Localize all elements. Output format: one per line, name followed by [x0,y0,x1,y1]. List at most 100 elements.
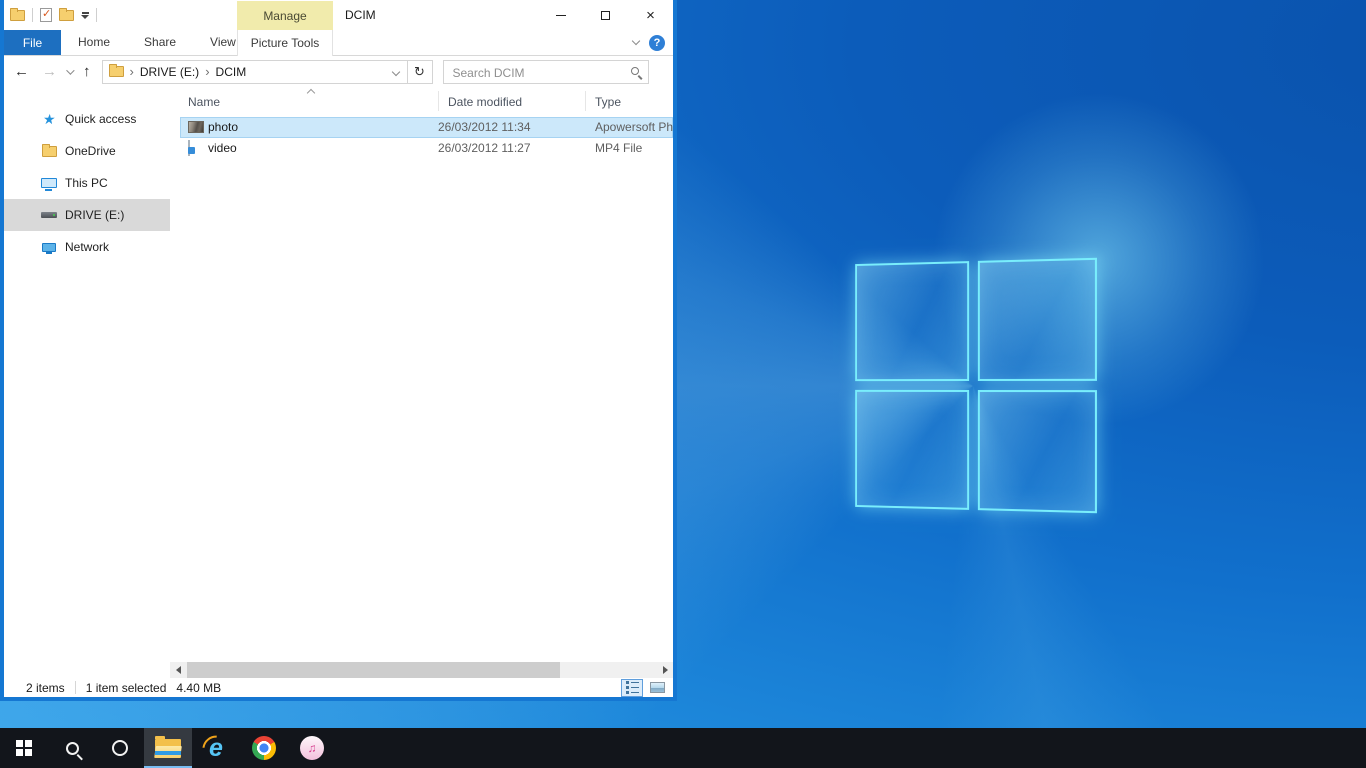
expand-ribbon-chevron-icon[interactable] [632,37,640,45]
search-input[interactable]: Search DCIM [443,60,649,84]
explorer-content: ★ Quick access OneDrive This PC DRIVE (E… [4,87,673,662]
sidebar-item-drive-e[interactable]: DRIVE (E:) [4,199,170,231]
quick-access-star-icon: ★ [42,111,56,128]
column-header-date-modified[interactable]: Date modified [448,95,522,109]
file-type: Apowersoft Pho [595,120,673,134]
file-row-photo[interactable]: photo 26/03/2012 11:34 Apowersoft Pho [180,117,673,138]
cortana-button[interactable] [96,728,144,768]
back-button[interactable]: ← [14,64,29,79]
large-icons-view-icon [650,682,665,693]
sidebar-item-label: OneDrive [65,144,116,158]
column-divider[interactable] [585,91,586,111]
search-icon[interactable] [631,67,639,75]
navigation-pane: ★ Quick access OneDrive This PC DRIVE (E… [4,87,170,662]
start-button[interactable] [0,728,48,768]
scroll-left-arrow-icon[interactable] [170,662,186,678]
horizontal-scrollbar[interactable] [170,662,673,678]
refresh-icon[interactable]: ↻ [408,64,432,80]
column-divider[interactable] [438,91,439,111]
tab-file[interactable]: File [4,30,61,55]
close-icon: × [646,8,655,23]
new-folder-icon[interactable] [59,10,74,21]
network-computer-icon [42,243,56,252]
minimize-button[interactable] [538,0,583,30]
folder-icon[interactable] [10,10,25,21]
column-header-name[interactable]: Name [188,95,220,109]
taskbar-search-button[interactable] [48,728,96,768]
properties-check-icon[interactable]: ✓ [40,8,52,22]
column-header-type[interactable]: Type [595,95,621,109]
window-title: DCIM [345,0,376,30]
qat-dropdown-icon[interactable] [81,12,89,19]
ribbon-tabs: File Home Share View Picture Tools ? [4,30,673,56]
breadcrumb-drive[interactable]: DRIVE (E:) [140,65,199,79]
contextual-group-manage[interactable]: Manage [237,1,333,30]
recent-locations-chevron-icon[interactable] [66,66,74,74]
sidebar-item-label: This PC [65,176,108,190]
help-button[interactable]: ? [649,35,665,51]
minimize-icon [556,15,566,16]
windows-start-icon [16,740,32,756]
selection-size: 4.40 MB [176,681,221,695]
details-view-icon [626,681,639,694]
onedrive-folder-icon [42,146,57,157]
windows-logo [855,258,1097,513]
breadcrumb-separator: › [205,64,209,79]
divider [75,681,76,694]
caption-buttons: × [538,0,673,30]
view-toggle-buttons [621,678,668,697]
sidebar-item-quick-access[interactable]: ★ Quick access [4,103,170,135]
tab-picture-tools[interactable]: Picture Tools [237,30,333,56]
cortana-circle-icon [112,740,128,756]
tab-share[interactable]: Share [127,30,193,55]
sort-ascending-icon[interactable] [307,89,315,97]
quick-access-toolbar: ✓ [10,0,97,30]
breadcrumb-dcim[interactable]: DCIM [216,65,247,79]
file-name: video [208,141,237,155]
itunes-icon: ♫ [300,736,324,760]
windows-logo-pane [855,261,968,381]
up-button[interactable]: ↑ [83,64,91,79]
address-dropdown-chevron-icon[interactable] [391,67,399,75]
large-icons-view-button[interactable] [646,679,668,697]
file-type: MP4 File [595,141,642,155]
sidebar-item-label: Network [65,240,109,254]
sidebar-item-label: Quick access [65,112,136,126]
tab-home[interactable]: Home [61,30,127,55]
file-date-modified: 26/03/2012 11:27 [438,141,531,155]
hard-drive-icon [41,212,57,218]
sidebar-item-network[interactable]: Network [4,231,170,263]
close-button[interactable]: × [628,0,673,30]
taskbar-chrome-button[interactable] [240,728,288,768]
manage-label: Manage [263,9,306,23]
file-explorer-window: ✓ Manage DCIM × File Home Share View Pic… [0,0,677,701]
windows-logo-pane [977,390,1097,513]
file-row-video[interactable]: video 26/03/2012 11:27 MP4 File [180,138,673,159]
chrome-icon [252,736,276,760]
divider [32,8,33,22]
scrollbar-thumb[interactable] [187,662,560,678]
tab-file-label: File [23,36,42,50]
status-bar: 2 items 1 item selected 4.40 MB [4,678,673,697]
taskbar-file-explorer-button[interactable] [144,728,192,768]
title-bar[interactable]: ✓ Manage DCIM × [4,0,673,30]
sidebar-item-this-pc[interactable]: This PC [4,167,170,199]
maximize-button[interactable] [583,0,628,30]
sidebar-item-onedrive[interactable]: OneDrive [4,135,170,167]
taskbar: e ♫ [0,728,1366,768]
breadcrumb-separator: › [130,64,134,79]
help-icon: ? [654,37,661,49]
file-date-modified: 26/03/2012 11:34 [438,120,531,134]
folder-icon [109,66,124,77]
address-bar: ← → ↑ › DRIVE (E:) › DCIM ↻ Search DCIM [4,56,673,87]
taskbar-internet-explorer-button[interactable]: e [192,728,240,768]
taskbar-itunes-button[interactable]: ♫ [288,728,336,768]
forward-button[interactable]: → [42,64,57,79]
scroll-right-arrow-icon[interactable] [657,662,673,678]
address-box[interactable]: › DRIVE (E:) › DCIM ↻ [102,60,433,84]
computer-monitor-icon [41,178,57,188]
maximize-icon [601,11,610,20]
video-file-icon [188,140,190,156]
selection-count: 1 item selected [86,681,167,695]
details-view-button[interactable] [621,679,643,697]
